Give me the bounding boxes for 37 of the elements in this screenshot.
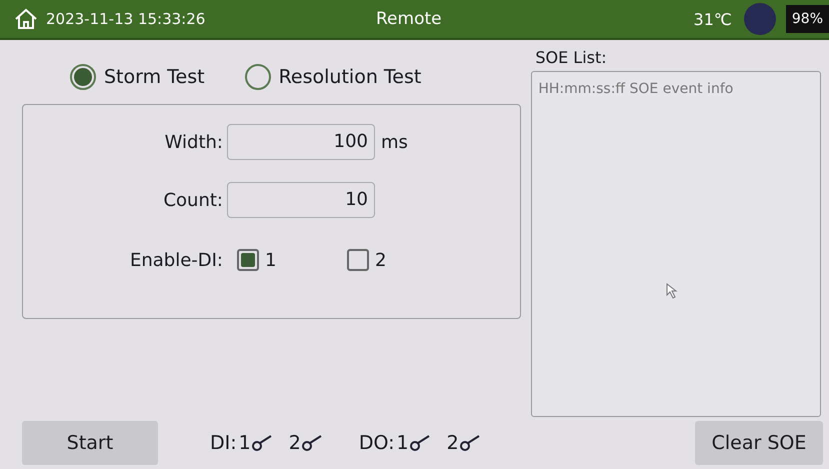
field-label: Count: bbox=[162, 190, 224, 210]
clear-soe-button[interactable]: Clear SOE bbox=[695, 421, 823, 465]
status-dot bbox=[744, 3, 776, 35]
checkbox-label: 1 bbox=[265, 250, 276, 270]
home-icon[interactable] bbox=[14, 8, 38, 30]
channel-number: 2 bbox=[288, 432, 301, 454]
radio-label: Storm Test bbox=[104, 66, 205, 88]
radio-option[interactable]: Storm Test bbox=[70, 64, 205, 90]
channel-number: 1 bbox=[396, 432, 409, 454]
screen-title: Remote bbox=[376, 9, 443, 29]
radio-button[interactable] bbox=[70, 64, 96, 90]
start-button[interactable]: Start bbox=[22, 421, 158, 465]
io-label: DI: bbox=[210, 432, 237, 454]
radio-option[interactable]: Resolution Test bbox=[244, 64, 422, 90]
channel-number: 2 bbox=[446, 432, 459, 454]
checkbox[interactable] bbox=[237, 249, 259, 271]
open-switch-icon bbox=[408, 434, 431, 452]
open-switch-icon bbox=[458, 434, 481, 452]
input-field[interactable]: 10 bbox=[227, 182, 375, 218]
temperature: 31℃ bbox=[694, 10, 732, 28]
io-label: DO: bbox=[358, 432, 394, 454]
list-header: HH:mm:ss:ff SOE event info bbox=[538, 81, 734, 97]
input-field[interactable]: 100 bbox=[227, 124, 375, 160]
list-title: SOE List: bbox=[534, 48, 608, 69]
field-label: Width: bbox=[164, 132, 224, 152]
open-switch-icon bbox=[250, 434, 273, 452]
checkbox[interactable] bbox=[347, 249, 369, 271]
open-switch-icon bbox=[300, 434, 323, 452]
unit-label: ms bbox=[381, 132, 408, 152]
radio-button[interactable] bbox=[244, 64, 271, 90]
battery-level: 98% bbox=[786, 5, 829, 33]
pointer-icon bbox=[666, 283, 678, 299]
channel-number: 1 bbox=[238, 432, 251, 454]
field-label: Enable-DI: bbox=[128, 250, 224, 270]
radio-label: Resolution Test bbox=[278, 66, 422, 88]
checkbox-label: 2 bbox=[375, 250, 386, 270]
date-time: 2023-11-13 15:33:26 bbox=[46, 10, 206, 28]
